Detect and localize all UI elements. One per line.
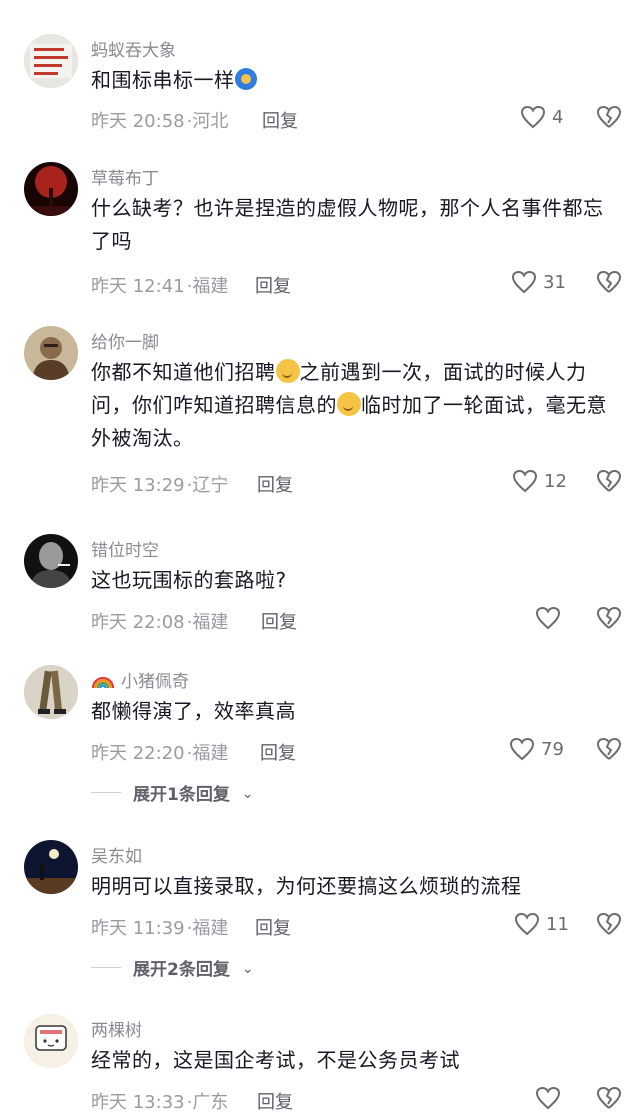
comment-text: 经常的，这是国企考试，不是公务员考试 <box>91 1048 460 1072</box>
heart-icon <box>514 912 540 936</box>
like-button[interactable] <box>535 606 567 630</box>
username[interactable]: 小猪佩奇 <box>91 667 189 692</box>
divider-line <box>91 967 121 968</box>
comment-meta: 昨天 12:41 ·福建 <box>91 276 229 297</box>
like-button[interactable]: 79 <box>509 737 564 761</box>
comment-text: 这也玩围标的套路啦? <box>91 568 287 592</box>
avatar[interactable] <box>24 1014 78 1068</box>
username[interactable]: 给你一脚 <box>91 328 159 353</box>
emoji-icon <box>275 359 300 383</box>
broken-heart-icon <box>597 913 621 935</box>
like-button[interactable] <box>535 1086 567 1110</box>
dislike-button[interactable] <box>596 469 622 493</box>
comment-meta: 昨天 20:58 ·河北 <box>91 111 229 132</box>
avatar[interactable] <box>24 840 78 894</box>
reply-button[interactable]: 回复 <box>255 272 291 298</box>
reply-button[interactable]: 回复 <box>261 608 297 634</box>
broken-heart-icon <box>597 607 621 629</box>
dislike-button[interactable] <box>596 1086 622 1110</box>
heart-icon <box>535 606 561 630</box>
avatar[interactable] <box>24 34 78 88</box>
like-count: 11 <box>546 913 569 935</box>
heart-icon <box>520 105 546 129</box>
comment-meta: 昨天 13:29 ·辽宁 <box>91 475 229 496</box>
avatar[interactable] <box>24 665 78 719</box>
dislike-button[interactable] <box>596 270 622 294</box>
username[interactable]: 蚂蚁吞大象 <box>91 36 176 61</box>
dislike-button[interactable] <box>596 105 622 129</box>
chevron-down-icon: ⌄ <box>241 960 254 977</box>
heart-icon <box>535 1086 561 1110</box>
like-button[interactable]: 31 <box>511 270 566 294</box>
comment-text: 你都不知道他们招聘 之前遇到一次，面试的时候人力问，你们咋知道招聘信息的 临时加了一… <box>91 359 607 450</box>
like-count: 12 <box>544 470 567 492</box>
broken-heart-icon <box>597 1087 621 1109</box>
avatar[interactable] <box>24 534 78 588</box>
like-button[interactable]: 4 <box>520 105 563 129</box>
heart-icon <box>511 270 537 294</box>
like-button[interactable]: 11 <box>514 912 569 936</box>
rainbow-icon <box>91 676 115 688</box>
broken-heart-icon <box>597 470 621 492</box>
reply-button[interactable]: 回复 <box>262 107 298 133</box>
username[interactable]: 草莓布丁 <box>91 164 159 189</box>
dislike-button[interactable] <box>596 737 622 761</box>
divider-line <box>91 792 121 793</box>
expand-replies-button[interactable]: 展开1条回复 ⌄ <box>91 780 254 805</box>
comment-meta: 昨天 22:20 ·福建 <box>91 743 229 764</box>
like-count: 79 <box>541 738 564 760</box>
reply-button[interactable]: 回复 <box>255 914 291 940</box>
comment-text: 都懒得演了，效率真高 <box>91 699 296 723</box>
emoji-icon <box>234 68 257 90</box>
broken-heart-icon <box>597 106 621 128</box>
dislike-button[interactable] <box>596 606 622 630</box>
comment-text: 和围标串标一样 <box>91 64 621 97</box>
username[interactable]: 吴东如 <box>91 842 142 867</box>
comment-text: 什么缺考？也许是捏造的虚假人物呢，那个人名事件都忘了吗 <box>91 196 604 253</box>
reply-button[interactable]: 回复 <box>260 739 296 765</box>
heart-icon <box>509 737 535 761</box>
like-count: 31 <box>543 271 566 293</box>
emoji-icon <box>337 392 361 416</box>
dislike-button[interactable] <box>596 912 622 936</box>
username[interactable]: 错位时空 <box>91 536 159 561</box>
like-count: 4 <box>552 106 564 128</box>
broken-heart-icon <box>597 738 621 760</box>
comment-meta: 昨天 11:39 ·福建 <box>91 918 229 939</box>
comment-meta: 昨天 22:08 ·福建 <box>91 612 229 633</box>
heart-icon <box>512 469 538 493</box>
like-button[interactable]: 12 <box>512 469 567 493</box>
comment-meta: 昨天 13:33 ·广东 <box>91 1092 229 1113</box>
username[interactable]: 两棵树 <box>91 1016 142 1041</box>
reply-button[interactable]: 回复 <box>257 471 293 497</box>
reply-button[interactable]: 回复 <box>257 1088 293 1113</box>
comment-text: 明明可以直接录取，为何还要搞这么烦琐的流程 <box>91 874 522 898</box>
avatar[interactable] <box>24 162 78 216</box>
expand-replies-button[interactable]: 展开2条回复 ⌄ <box>91 955 254 980</box>
chevron-down-icon: ⌄ <box>241 785 254 802</box>
broken-heart-icon <box>597 271 621 293</box>
avatar[interactable] <box>24 326 78 380</box>
